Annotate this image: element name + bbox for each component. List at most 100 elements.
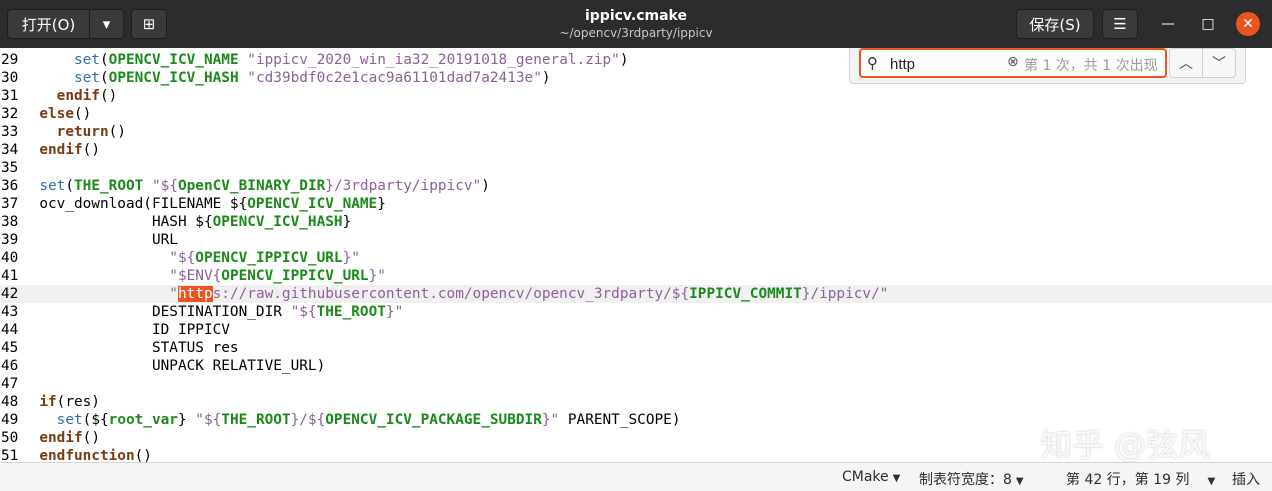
code-token: }/ippicv/" bbox=[801, 286, 889, 302]
code-token: " bbox=[169, 286, 178, 302]
code-token: if bbox=[39, 394, 57, 410]
previous-match-button[interactable]: ︿ bbox=[1169, 48, 1203, 78]
code-token: OPENCV_ICV_HASH bbox=[108, 70, 239, 86]
gutter-spacer bbox=[22, 268, 39, 284]
close-button[interactable]: ✕ bbox=[1236, 12, 1260, 36]
header-bar: 打开(O) ▾ ⊞ ippicv.cmake ~/opencv/3rdparty… bbox=[0, 0, 1272, 48]
hamburger-menu-button[interactable]: ☰ bbox=[1102, 9, 1138, 39]
code-token: HASH ${ bbox=[39, 214, 213, 230]
gutter-spacer bbox=[22, 322, 39, 338]
code-line[interactable]: 34 endif() bbox=[0, 141, 1272, 159]
code-token: return bbox=[56, 124, 109, 140]
code-token: "$ENV{ bbox=[169, 268, 222, 284]
code-token: "${ bbox=[151, 178, 178, 194]
chevron-down-icon: ▼ bbox=[1207, 476, 1216, 487]
code-line[interactable]: 46 UNPACK RELATIVE_URL) bbox=[0, 357, 1272, 375]
code-line[interactable]: 44 ID IPPICV bbox=[0, 321, 1272, 339]
chevron-down-icon: ▾ bbox=[102, 15, 111, 33]
code-token: () bbox=[82, 430, 100, 446]
search-field[interactable]: ⚲ ⊗ 第 1 次，共 1 次出现 bbox=[859, 48, 1167, 78]
code-line[interactable]: 43 DESTINATION_DIR "${THE_ROOT}" bbox=[0, 303, 1272, 321]
cursor-position-selector[interactable]: 第 42 行，第 19 列 ▼ bbox=[1066, 469, 1215, 489]
line-number: 47 bbox=[1, 376, 19, 392]
code-token: set bbox=[73, 52, 100, 68]
code-line[interactable]: 38 HASH ${OPENCV_ICV_HASH} bbox=[0, 213, 1272, 231]
open-button[interactable]: 打开(O) bbox=[7, 9, 90, 39]
code-token: endif bbox=[56, 88, 100, 104]
language-selector[interactable]: CMake ▼ bbox=[842, 469, 900, 485]
maximize-button[interactable]: □ bbox=[1196, 12, 1220, 36]
save-button[interactable]: 保存(S) bbox=[1016, 9, 1094, 39]
code-line[interactable]: 37 ocv_download(FILENAME ${OPENCV_ICV_NA… bbox=[0, 195, 1272, 213]
code-line[interactable]: 40 "${OPENCV_IPPICV_URL}" bbox=[0, 249, 1272, 267]
gutter-spacer bbox=[22, 196, 39, 212]
window-title: ippicv.cmake bbox=[584, 8, 687, 24]
line-number: 33 bbox=[1, 124, 19, 140]
code-line[interactable]: 48 if(res) bbox=[0, 393, 1272, 411]
line-number: 51 bbox=[1, 448, 19, 462]
clear-search-icon[interactable]: ⊗ bbox=[1007, 54, 1019, 70]
chevron-up-icon: ︿ bbox=[1179, 56, 1193, 72]
line-number: 46 bbox=[1, 358, 19, 374]
code-line[interactable]: 31 endif() bbox=[0, 87, 1272, 105]
code-line[interactable]: 42 "https://raw.githubusercontent.com/op… bbox=[0, 285, 1272, 303]
code-token: "${ bbox=[290, 304, 317, 320]
code-token: }/${ bbox=[290, 412, 326, 428]
code-line[interactable]: 36 set(THE_ROOT "${OpenCV_BINARY_DIR}/3r… bbox=[0, 177, 1272, 195]
line-number: 42 bbox=[1, 286, 19, 302]
gutter-spacer bbox=[22, 106, 39, 122]
gutter-spacer bbox=[22, 160, 39, 176]
line-number: 32 bbox=[1, 106, 19, 122]
code-token: endfunction bbox=[39, 448, 135, 462]
code-line[interactable]: 32 else() bbox=[0, 105, 1272, 123]
code-token: (${ bbox=[82, 412, 109, 428]
code-token: OPENCV_IPPICV_URL bbox=[195, 250, 343, 266]
gutter-spacer bbox=[22, 70, 39, 86]
code-editor[interactable]: 29 set(OPENCV_ICV_NAME "ippicv_2020_win_… bbox=[0, 48, 1272, 462]
code-token: DESTINATION_DIR bbox=[39, 304, 291, 320]
code-token: ) bbox=[481, 178, 490, 194]
code-token: ( bbox=[99, 70, 109, 86]
search-match-count: 第 1 次，共 1 次出现 bbox=[1024, 58, 1158, 74]
gutter-spacer bbox=[22, 232, 39, 248]
line-number: 38 bbox=[1, 214, 19, 230]
code-token: THE_ROOT bbox=[221, 412, 291, 428]
code-token: root_var bbox=[108, 412, 178, 428]
gutter-spacer bbox=[22, 358, 39, 374]
code-token: () bbox=[82, 142, 100, 158]
code-token: }" bbox=[385, 304, 404, 320]
code-token: UNPACK RELATIVE_URL) bbox=[39, 358, 326, 374]
line-number: 29 bbox=[1, 52, 19, 68]
search-input[interactable] bbox=[890, 54, 1000, 74]
gutter-spacer bbox=[22, 178, 39, 194]
code-line[interactable]: 41 "$ENV{OPENCV_IPPICV_URL}" bbox=[0, 267, 1272, 285]
language-label: CMake bbox=[842, 469, 889, 485]
code-line[interactable]: 39 URL bbox=[0, 231, 1272, 249]
gutter-spacer bbox=[22, 340, 39, 356]
code-line[interactable]: 45 STATUS res bbox=[0, 339, 1272, 357]
open-recent-dropdown-button[interactable]: ▾ bbox=[89, 9, 124, 39]
code-token: ID IPPICV bbox=[39, 322, 230, 338]
line-number: 49 bbox=[1, 412, 19, 428]
code-token: else bbox=[39, 106, 74, 122]
code-token: }" bbox=[541, 412, 560, 428]
code-token: ) bbox=[541, 70, 551, 86]
minimize-button[interactable]: — bbox=[1156, 12, 1180, 36]
gutter-spacer bbox=[22, 250, 39, 266]
code-line[interactable]: 47 bbox=[0, 375, 1272, 393]
code-token: ( bbox=[65, 178, 74, 194]
line-number: 43 bbox=[1, 304, 19, 320]
code-line[interactable]: 33 return() bbox=[0, 123, 1272, 141]
tab-width-selector[interactable]: 制表符宽度：8 ▼ bbox=[919, 469, 1024, 489]
watermark: 知乎 @弦风 bbox=[1040, 426, 1211, 464]
insert-mode-indicator[interactable]: 插入 bbox=[1232, 469, 1260, 489]
code-line[interactable]: 35 bbox=[0, 159, 1272, 177]
line-number: 30 bbox=[1, 70, 19, 86]
menu-icon: ☰ bbox=[1113, 15, 1127, 33]
code-token: endif bbox=[39, 430, 83, 446]
next-match-button[interactable]: ﹀ bbox=[1202, 48, 1236, 78]
new-tab-button[interactable]: ⊞ bbox=[131, 9, 167, 39]
